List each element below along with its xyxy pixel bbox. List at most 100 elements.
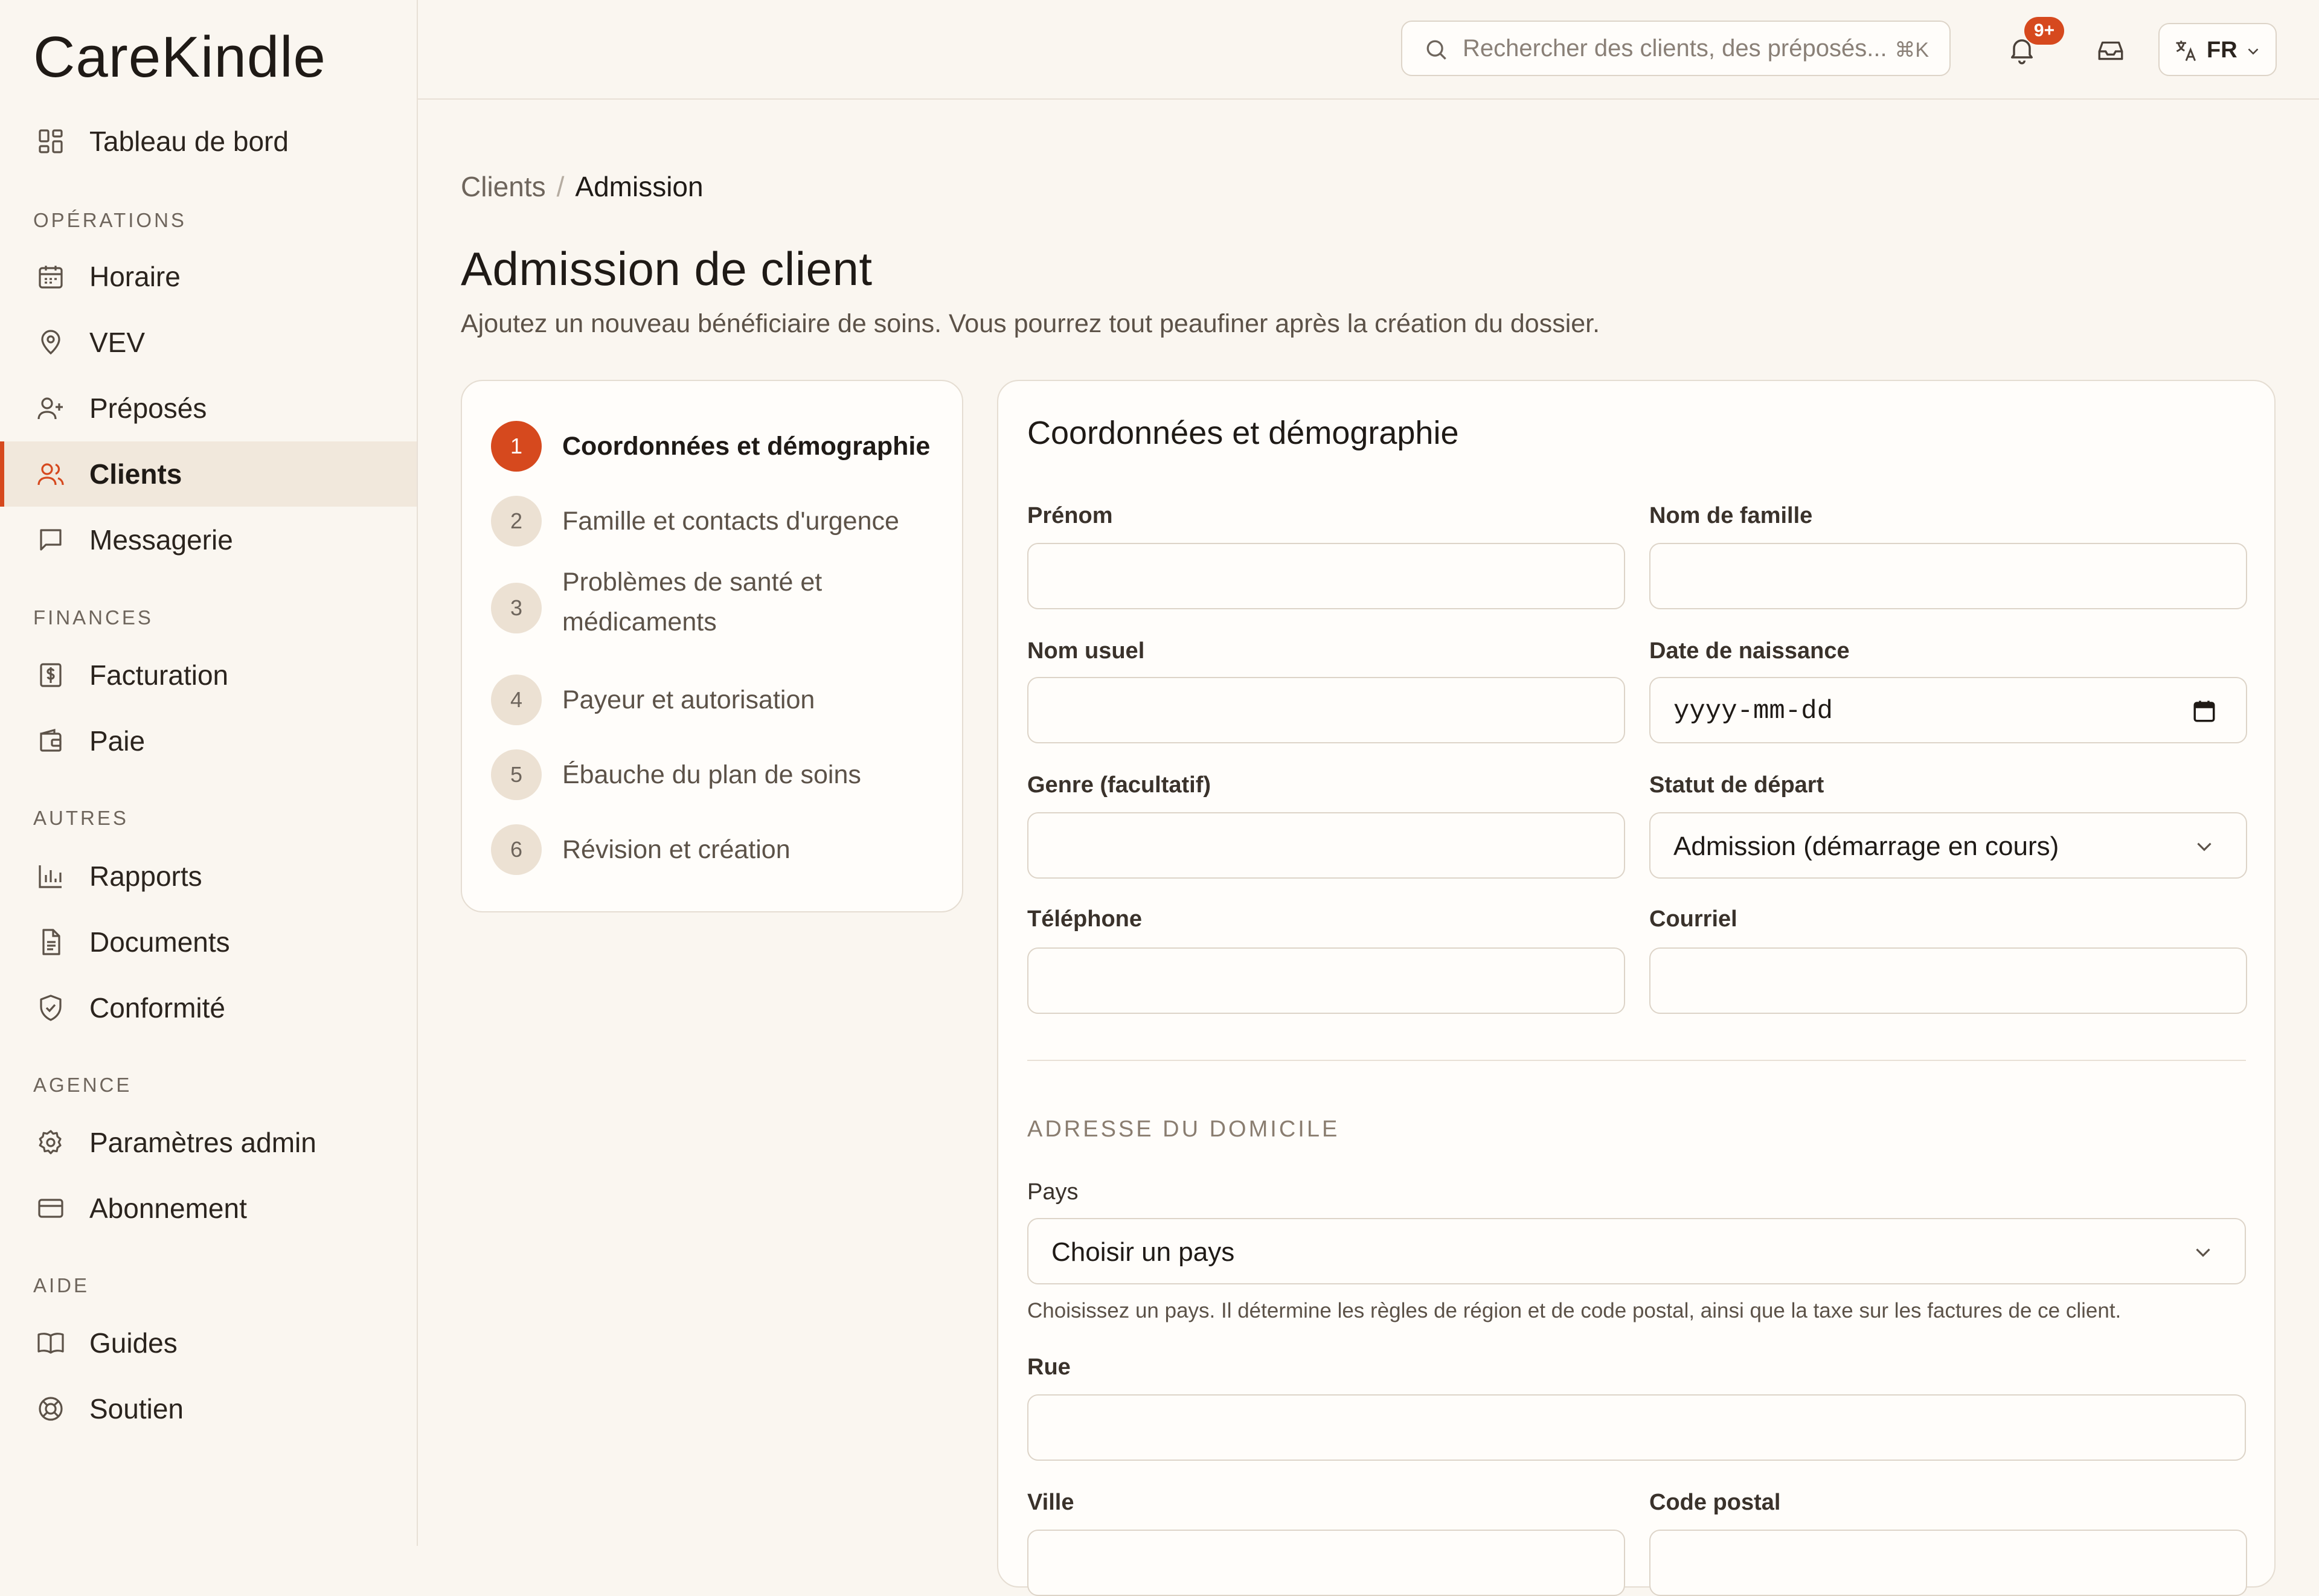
step-label: Problèmes de santé et médicaments [562,568,823,636]
sidebar-item-label: Facturation [89,659,229,691]
sidebar-section-aide: AIDE [33,1274,90,1296]
search-shortcut-hint: ⌘K [1894,39,1929,62]
breadcrumb: Clients / Admission [461,170,704,203]
intake-stepper: 1 Coordonnées et démographie 2 Famille e… [461,380,963,912]
city-input[interactable] [1027,1530,1625,1596]
step-number: 3 [491,583,542,633]
form-section-title: Coordonnées et démographie [1027,415,1459,451]
language-code: FR [2207,37,2237,63]
dashboard-icon [36,127,65,156]
breadcrumb-separator: / [556,171,565,202]
country-select[interactable]: Choisir un pays [1027,1218,2246,1284]
sidebar-item-label: Tableau de bord [89,126,289,157]
inbox-icon[interactable] [2096,35,2126,65]
postal-code-input[interactable] [1649,1530,2247,1596]
bar-chart-icon [36,862,65,891]
calendar-picker-icon[interactable] [2192,699,2217,724]
street-label: Rue [1027,1354,1071,1380]
message-icon [36,525,65,554]
users-icon [36,460,65,489]
first-name-input[interactable] [1027,543,1625,609]
sidebar-item-label: Paramètres admin [89,1127,316,1158]
start-status-select[interactable]: Admission (démarrage en cours) [1649,812,2247,879]
sidebar-item-label: Préposés [89,393,207,424]
step-number: 5 [491,749,542,800]
invoice-dollar-icon [36,661,65,690]
phone-input[interactable] [1027,947,1625,1014]
sidebar-item-parametres-admin[interactable]: Paramètres admin [0,1110,417,1175]
sidebar-item-label: Rapports [89,860,202,892]
step-label: Ébauche du plan de soins [562,760,861,789]
birth-date-input[interactable]: yyyy-mm-dd [1649,677,2247,743]
sidebar-item-paie[interactable]: Paie [0,708,417,774]
sidebar-section-operations: OPÉRATIONS [33,209,187,231]
calendar-icon [36,262,65,291]
step-label: Famille et contacts d'urgence [562,507,899,536]
sidebar-item-facturation[interactable]: Facturation [0,643,417,708]
sidebar-item-label: Messagerie [89,524,233,556]
address-section-title: ADRESSE DU DOMICILE [1027,1117,1340,1142]
sidebar-item-vev[interactable]: VEV [0,310,417,375]
breadcrumb-link-clients[interactable]: Clients [461,171,546,202]
postal-code-label: Code postal [1649,1490,1781,1515]
step-number: 6 [491,824,542,875]
user-plus-icon [36,394,65,423]
gear-icon [36,1128,65,1157]
map-pin-icon [36,328,65,357]
search-icon [1423,36,1449,63]
page-title: Admission de client [461,242,873,295]
global-search[interactable]: Rechercher des clients, des préposés... … [1401,21,1951,76]
sidebar-item-label: Guides [89,1327,178,1359]
book-icon [36,1328,65,1357]
email-label: Courriel [1649,906,1737,932]
gender-input[interactable] [1027,812,1625,879]
form-divider [1027,1060,2246,1061]
street-input[interactable] [1027,1394,2246,1461]
email-input[interactable] [1649,947,2247,1014]
sidebar-item-soutien[interactable]: Soutien [0,1376,417,1441]
step-number: 1 [491,421,542,472]
credit-card-icon [36,1194,65,1223]
document-icon [36,928,65,957]
wallet-icon [36,726,65,755]
country-label: Pays [1027,1179,1079,1205]
page-subtitle: Ajoutez un nouveau bénéficiaire de soins… [461,309,1600,338]
last-name-input[interactable] [1649,543,2247,609]
sidebar-item-dashboard[interactable]: Tableau de bord [0,109,417,174]
breadcrumb-current: Admission [575,171,704,202]
sidebar-item-label: VEV [89,327,146,358]
sidebar-item-label: Abonnement [89,1193,247,1224]
search-input[interactable]: Rechercher des clients, des préposés... [1463,35,1887,62]
step-number: 4 [491,675,542,725]
gender-label: Genre (facultatif) [1027,772,1211,798]
notification-count-badge: 9+ [2024,17,2064,45]
chevron-down-icon [2190,1240,2216,1265]
country-selected: Choisir un pays [1051,1237,1235,1267]
preferred-name-input[interactable] [1027,677,1625,743]
sidebar-item-conformite[interactable]: Conformité [0,975,417,1040]
preferred-name-label: Nom usuel [1027,638,1145,664]
sidebar-item-clients[interactable]: Clients [0,441,417,507]
sidebar-item-label: Soutien [89,1393,184,1425]
sidebar-item-rapports[interactable]: Rapports [0,844,417,909]
step-label: Coordonnées et démographie [562,432,931,461]
birth-date-placeholder: yyyy-mm-dd [1673,696,1833,726]
app-logo[interactable]: CareKindle [33,24,326,91]
step-label: Révision et création [562,835,791,864]
sidebar-item-label: Horaire [89,261,181,292]
sidebar-item-horaire[interactable]: Horaire [0,244,417,309]
step-label: Payeur et autorisation [562,685,815,714]
first-name-label: Prénom [1027,503,1113,528]
sidebar-section-finances: FINANCES [33,606,153,629]
step-number: 2 [491,496,542,546]
sidebar-item-preposes[interactable]: Préposés [0,376,417,441]
sidebar-item-abonnement[interactable]: Abonnement [0,1176,417,1241]
sidebar-item-guides[interactable]: Guides [0,1310,417,1376]
birth-date-label: Date de naissance [1649,638,1850,664]
chevron-down-icon [2192,834,2217,859]
sidebar-item-documents[interactable]: Documents [0,909,417,975]
intake-form-card: Coordonnées et démographie Prénom Nom de… [997,380,2276,1596]
sidebar-item-messagerie[interactable]: Messagerie [0,507,417,572]
language-switcher[interactable]: FR [2158,23,2277,76]
sidebar-item-label: Clients [89,458,182,490]
